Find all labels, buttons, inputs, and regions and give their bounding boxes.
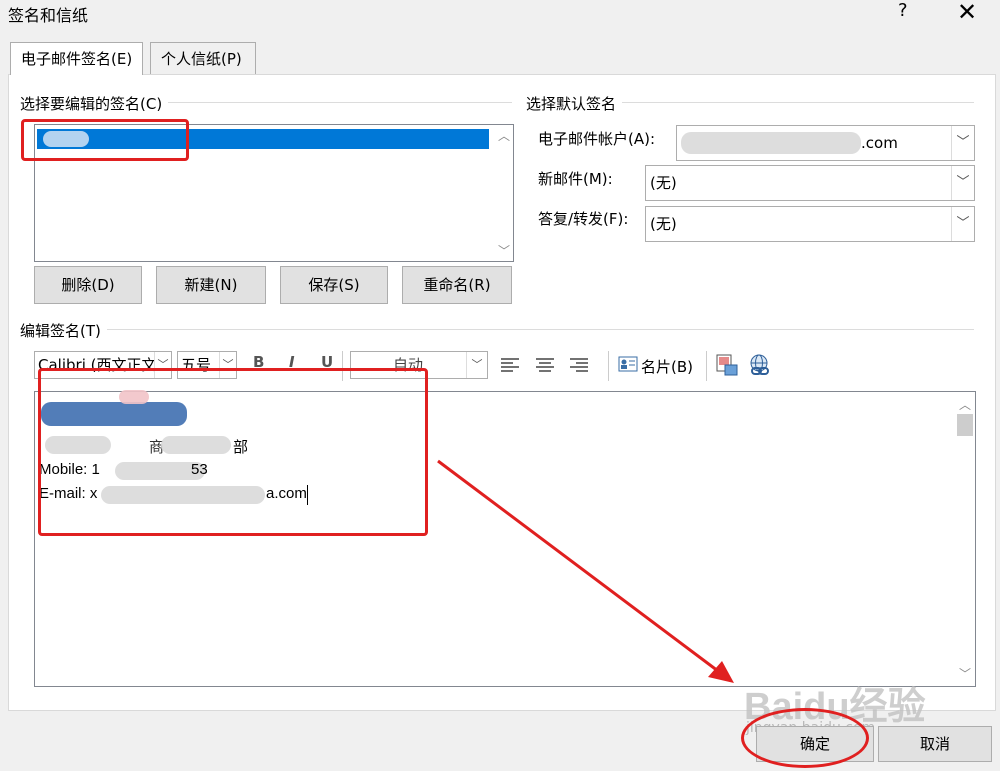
new-button[interactable]: 新建(N)	[156, 266, 266, 304]
group-divider	[20, 329, 974, 330]
reply-value: (无)	[650, 215, 677, 233]
delete-button[interactable]: 删除(D)	[34, 266, 142, 304]
listbox-scrollbar[interactable]: ︿ ﹀	[495, 125, 513, 261]
scroll-down-icon[interactable]: ﹀	[956, 665, 974, 682]
tab-personal-stationery[interactable]: 个人信纸(P)	[150, 42, 256, 75]
business-card-icon	[618, 356, 638, 376]
chevron-down-icon[interactable]: ﹀	[951, 166, 974, 200]
scroll-down-icon[interactable]: ﹀	[495, 242, 513, 259]
toolbar-separator	[706, 351, 707, 381]
annotation-box-signature	[38, 368, 428, 536]
help-button[interactable]: ?	[898, 0, 908, 21]
reply-label: 答复/转发(F):	[538, 210, 629, 228]
chevron-down-icon[interactable]: ﹀	[466, 352, 487, 378]
align-right-icon[interactable]	[569, 357, 589, 377]
redacted-account	[681, 132, 861, 154]
cancel-button[interactable]: 取消	[878, 726, 992, 762]
dialog-title: 签名和信纸	[8, 6, 89, 25]
close-button[interactable]: ✕	[957, 0, 977, 26]
new-mail-label: 新邮件(M):	[538, 170, 613, 188]
chevron-down-icon[interactable]: ﹀	[951, 126, 974, 160]
account-value: .com	[861, 134, 898, 152]
editor-scrollbar[interactable]: ︿ ﹀	[955, 392, 975, 686]
insert-picture-icon[interactable]	[716, 354, 738, 380]
edit-signature-heading: 编辑签名(T)	[20, 320, 107, 341]
scroll-up-icon[interactable]: ︿	[956, 396, 974, 413]
new-mail-select[interactable]: (无) ﹀	[645, 165, 975, 201]
annotation-arrow-icon	[437, 459, 734, 683]
toolbar-separator	[608, 351, 609, 381]
align-left-icon[interactable]	[500, 357, 520, 377]
align-center-icon[interactable]	[535, 357, 555, 377]
tab-email-signature[interactable]: 电子邮件签名(E)	[10, 42, 144, 75]
annotation-circle-ok	[741, 708, 869, 768]
default-signature-heading: 选择默认签名	[526, 93, 623, 114]
reply-select[interactable]: (无) ﹀	[645, 206, 975, 242]
annotation-box-selected	[21, 119, 189, 161]
business-card-button[interactable]: 名片(B)	[641, 356, 693, 377]
account-label: 电子邮件帐户(A):	[538, 130, 656, 148]
chevron-down-icon[interactable]: ﹀	[951, 207, 974, 241]
new-mail-value: (无)	[650, 174, 677, 192]
hyperlink-icon[interactable]	[748, 354, 772, 380]
account-select[interactable]: .com ﹀	[676, 125, 975, 161]
scrollbar-thumb[interactable]	[957, 414, 973, 436]
scroll-up-icon[interactable]: ︿	[495, 127, 513, 144]
save-button[interactable]: 保存(S)	[280, 266, 388, 304]
select-signature-heading: 选择要编辑的签名(C)	[20, 93, 169, 114]
rename-button[interactable]: 重命名(R)	[402, 266, 512, 304]
